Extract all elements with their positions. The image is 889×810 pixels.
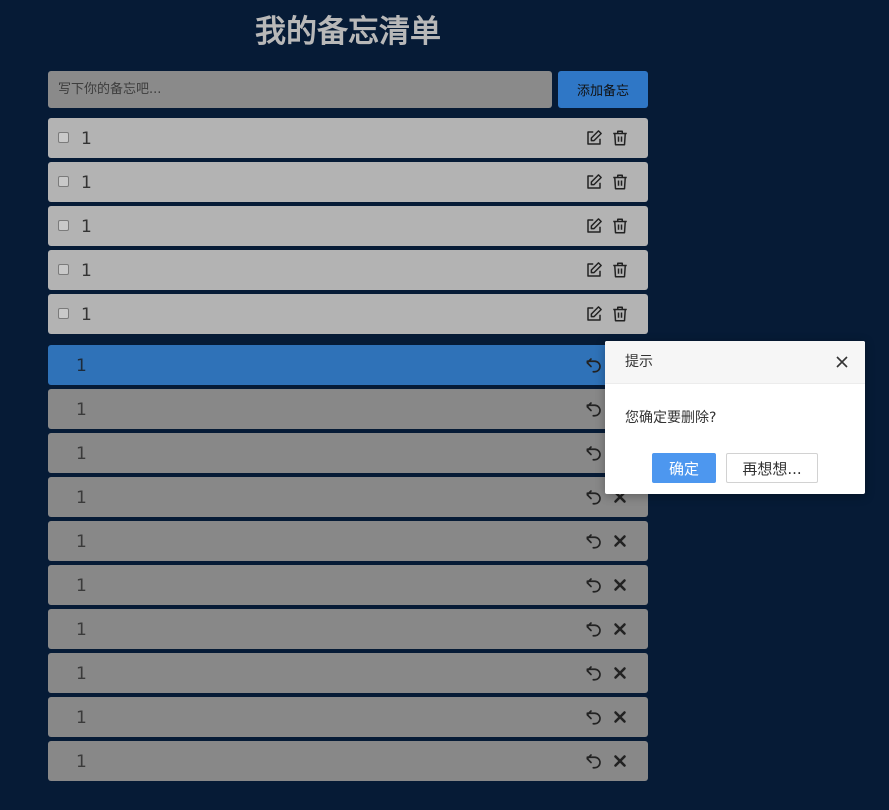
close-icon[interactable] <box>610 575 630 595</box>
close-icon[interactable] <box>610 619 630 639</box>
undo-icon[interactable] <box>584 663 604 683</box>
todo-item: 1 <box>48 294 648 334</box>
done-text: 1 <box>76 444 87 464</box>
todo-item: 1 <box>48 162 648 202</box>
dialog-title: 提示 <box>625 354 653 370</box>
done-item: 1 <box>48 345 648 385</box>
undo-icon[interactable] <box>584 531 604 551</box>
done-item: 1 <box>48 609 648 649</box>
todo-item: 1 <box>48 118 648 158</box>
undo-icon[interactable] <box>584 355 604 375</box>
confirm-button[interactable]: 确定 <box>652 453 716 483</box>
trash-icon[interactable] <box>610 172 630 192</box>
todo-list: 1 1 1 1 1 <box>48 118 648 338</box>
done-item: 1 <box>48 565 648 605</box>
done-text: 1 <box>76 752 87 772</box>
done-text: 1 <box>76 620 87 640</box>
trash-icon[interactable] <box>610 128 630 148</box>
done-list: 1 1 1 1 1 1 1 1 1 1 <box>48 345 648 785</box>
done-text: 1 <box>76 400 87 420</box>
done-text: 1 <box>76 488 87 508</box>
todo-checkbox[interactable] <box>58 220 69 231</box>
undo-icon[interactable] <box>584 487 604 507</box>
page-title: 我的备忘清单 <box>255 14 441 50</box>
add-memo-form: 添加备忘 <box>48 71 648 108</box>
done-item: 1 <box>48 433 648 473</box>
todo-checkbox[interactable] <box>58 132 69 143</box>
done-text: 1 <box>76 664 87 684</box>
undo-icon[interactable] <box>584 575 604 595</box>
edit-icon[interactable] <box>584 304 604 324</box>
undo-icon[interactable] <box>584 751 604 771</box>
trash-icon[interactable] <box>610 216 630 236</box>
edit-icon[interactable] <box>584 128 604 148</box>
done-text: 1 <box>76 708 87 728</box>
undo-icon[interactable] <box>584 707 604 727</box>
edit-icon[interactable] <box>584 216 604 236</box>
done-item: 1 <box>48 389 648 429</box>
done-item: 1 <box>48 477 648 517</box>
undo-icon[interactable] <box>584 619 604 639</box>
confirm-dialog: 提示 您确定要删除? 确定 再想想... <box>605 341 865 494</box>
trash-icon[interactable] <box>610 304 630 324</box>
todo-checkbox[interactable] <box>58 308 69 319</box>
done-item: 1 <box>48 653 648 693</box>
todo-checkbox[interactable] <box>58 264 69 275</box>
trash-icon[interactable] <box>610 260 630 280</box>
close-icon[interactable] <box>610 707 630 727</box>
dialog-header: 提示 <box>605 341 865 384</box>
undo-icon[interactable] <box>584 443 604 463</box>
done-text: 1 <box>76 356 87 376</box>
todo-text: 1 <box>81 217 92 237</box>
done-item: 1 <box>48 741 648 781</box>
done-text: 1 <box>76 576 87 596</box>
edit-icon[interactable] <box>584 260 604 280</box>
close-icon[interactable] <box>835 355 849 369</box>
todo-text: 1 <box>81 261 92 281</box>
todo-item: 1 <box>48 206 648 246</box>
done-item: 1 <box>48 521 648 561</box>
todo-text: 1 <box>81 129 92 149</box>
add-memo-button[interactable]: 添加备忘 <box>558 71 648 108</box>
memo-input[interactable] <box>48 71 552 108</box>
todo-text: 1 <box>81 305 92 325</box>
done-item: 1 <box>48 697 648 737</box>
close-icon[interactable] <box>610 751 630 771</box>
todo-checkbox[interactable] <box>58 176 69 187</box>
dialog-message: 您确定要删除? <box>625 410 717 426</box>
edit-icon[interactable] <box>584 172 604 192</box>
todo-text: 1 <box>81 173 92 193</box>
undo-icon[interactable] <box>584 399 604 419</box>
cancel-button[interactable]: 再想想... <box>726 453 818 483</box>
close-icon[interactable] <box>610 531 630 551</box>
todo-item: 1 <box>48 250 648 290</box>
close-icon[interactable] <box>610 663 630 683</box>
done-text: 1 <box>76 532 87 552</box>
